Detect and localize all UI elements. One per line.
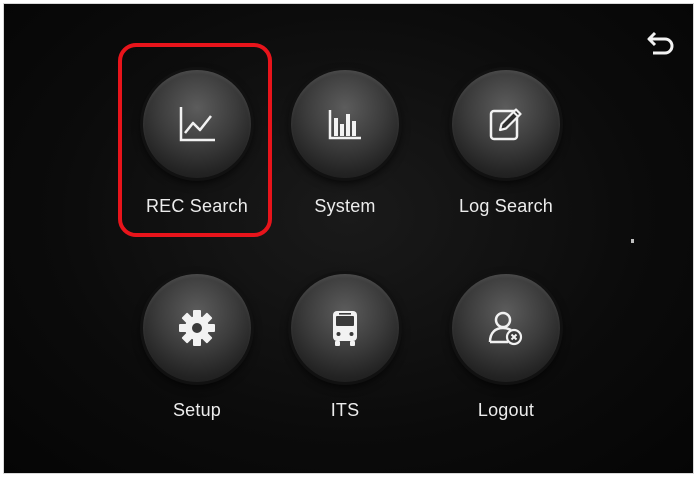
user-logout-icon bbox=[488, 311, 523, 346]
menu-item-rec-search[interactable]: REC Search bbox=[122, 62, 272, 272]
main-menu-screen: REC Search System Log Search Setup ITS L… bbox=[3, 3, 694, 474]
menu-item-setup[interactable]: Setup bbox=[122, 266, 272, 473]
menu-item-log-search[interactable]: Log Search bbox=[431, 62, 581, 272]
edit-document-icon bbox=[489, 108, 522, 141]
menu-item-circle bbox=[143, 274, 251, 382]
menu-item-label: REC Search bbox=[145, 196, 249, 216]
menu-item-circle bbox=[291, 70, 399, 178]
menu-item-logout[interactable]: Logout bbox=[431, 266, 581, 473]
back-button[interactable] bbox=[644, 26, 678, 60]
menu-item-label: Logout bbox=[477, 400, 535, 420]
menu-item-label: ITS bbox=[330, 400, 360, 420]
bus-icon bbox=[333, 311, 357, 346]
menu-item-system[interactable]: System bbox=[270, 62, 420, 272]
menu-item-its[interactable]: ITS bbox=[270, 266, 420, 473]
menu-item-circle bbox=[452, 274, 560, 382]
line-chart-icon bbox=[179, 107, 215, 142]
gear-icon bbox=[179, 310, 215, 346]
menu-item-circle bbox=[143, 70, 251, 178]
menu-item-circle bbox=[291, 274, 399, 382]
mouse-pointer-icon bbox=[631, 239, 634, 243]
menu-item-label: Setup bbox=[172, 400, 222, 420]
back-arrow-icon bbox=[647, 31, 674, 55]
bar-chart-icon bbox=[328, 110, 361, 140]
menu-item-circle bbox=[452, 70, 560, 178]
menu-item-label: System bbox=[314, 196, 376, 216]
menu-item-label: Log Search bbox=[458, 196, 554, 216]
